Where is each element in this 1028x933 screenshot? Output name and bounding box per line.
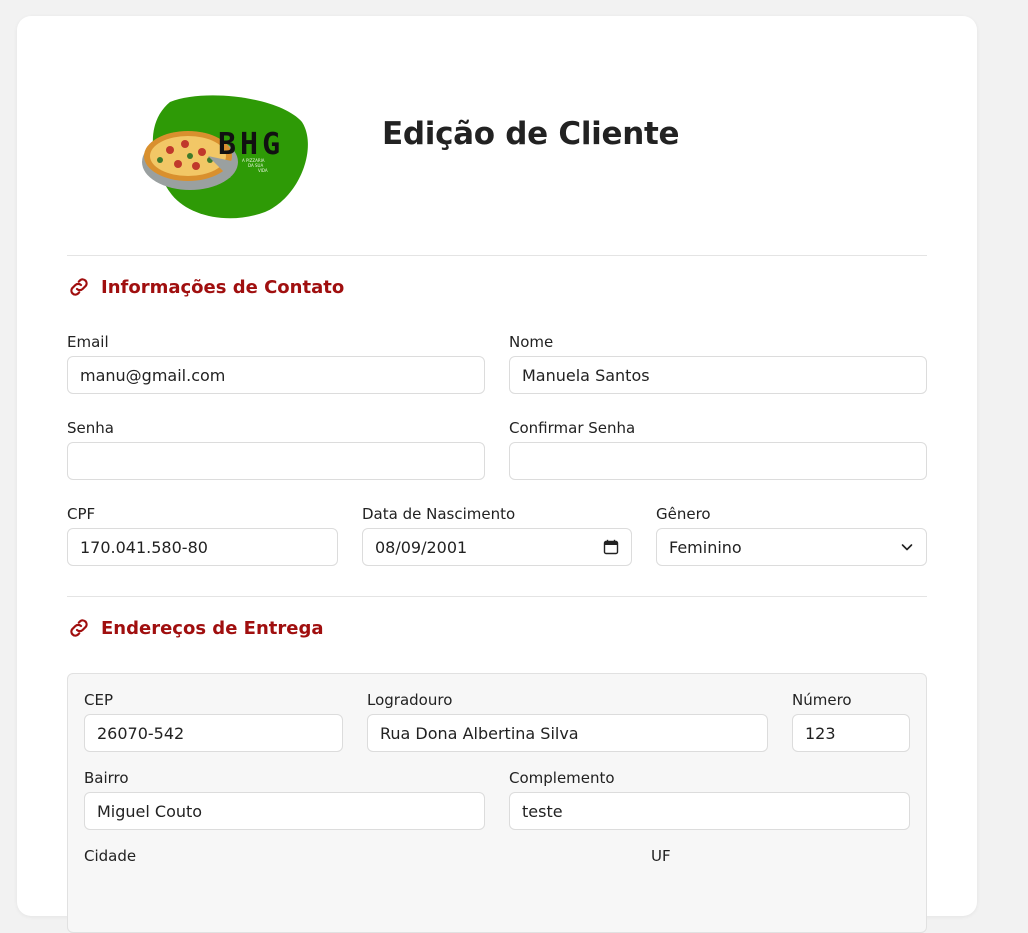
logradouro-field[interactable]: Rua Dona Albertina Silva [367,714,768,752]
bhg-logo: BHG A PIZZARIA DA SUA VIDA [142,95,308,219]
bairro-label: Bairro [84,769,129,787]
cidade-label: Cidade [84,847,137,865]
numero-field[interactable]: 123 [792,714,910,752]
link-icon [70,278,88,296]
uf-label: UF [651,847,671,865]
page-title: Edição de Cliente [382,116,680,152]
divider [67,596,927,597]
nascimento-label: Data de Nascimento [362,505,516,523]
bairro-value: Miguel Couto [97,801,203,821]
genero-label: Gênero [656,505,711,523]
numero-value: 123 [805,723,836,743]
cpf-value: 170.041.580-80 [80,537,208,557]
form-card: BHG A PIZZARIA DA SUA VIDA Edição de Cli… [17,16,977,933]
complemento-value: teste [522,801,563,821]
cpf-field[interactable]: 170.041.580-80 [67,528,338,566]
nome-label: Nome [509,333,554,351]
email-value: manu@gmail.com [80,365,226,385]
numero-label: Número [792,691,852,709]
calendar-icon[interactable] [603,539,619,555]
cep-value: 26070-542 [97,723,185,743]
confirmar-senha-field[interactable] [509,442,927,480]
contact-section-label: Informações de Contato [101,276,345,298]
logradouro-value: Rua Dona Albertina Silva [380,723,579,743]
link-icon [70,619,88,637]
bairro-field[interactable]: Miguel Couto [84,792,485,830]
cep-label: CEP [84,691,113,709]
complemento-label: Complemento [509,769,615,787]
email-label: Email [67,333,109,351]
complemento-field[interactable]: teste [509,792,910,830]
email-field[interactable]: manu@gmail.com [67,356,485,394]
contact-section-title: Informações de Contato [67,275,344,299]
genero-value: Feminino [669,537,742,557]
chevron-down-icon [901,544,913,551]
cep-field[interactable]: 26070-542 [84,714,343,752]
nome-field[interactable]: Manuela Santos [509,356,927,394]
genero-select[interactable]: Feminino [656,528,927,566]
svg-text:VIDA: VIDA [258,168,268,173]
senha-label: Senha [67,419,114,437]
confirmar-senha-label: Confirmar Senha [509,419,636,437]
nascimento-value: 08/09/2001 [375,537,468,557]
nascimento-field[interactable]: 08/09/2001 [362,528,632,566]
senha-field[interactable] [67,442,485,480]
logo-text: BHG [218,127,284,162]
nome-value: Manuela Santos [522,365,650,385]
logradouro-label: Logradouro [367,691,453,709]
address-section-title: Endereços de Entrega [67,616,324,640]
divider [67,255,927,256]
address-section-label: Endereços de Entrega [101,617,324,639]
cpf-label: CPF [67,505,96,523]
